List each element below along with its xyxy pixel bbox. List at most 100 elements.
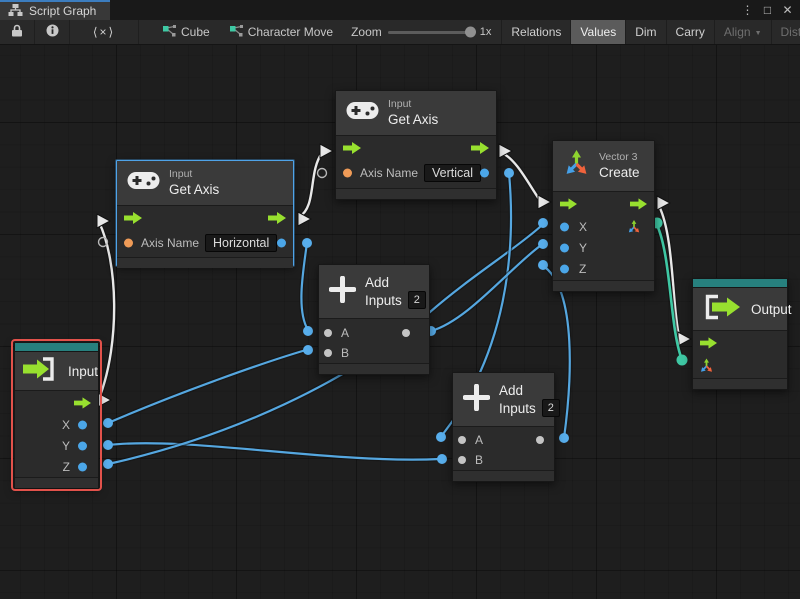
graph-toolbar: ⟨×⟩ Cube Character Move Zoom 1x Relation…	[0, 20, 800, 45]
maximize-icon[interactable]: □	[759, 3, 776, 17]
flow-in-arrow-icon[interactable]	[343, 142, 361, 154]
flow-row	[553, 192, 654, 216]
output-unit[interactable]: Output	[692, 278, 788, 390]
zoom-slider-handle[interactable]	[465, 27, 476, 38]
flow-row	[693, 331, 787, 354]
code-icon: ⟨×⟩	[93, 25, 115, 39]
breadcrumb-label: Cube	[181, 25, 210, 39]
menu-icon[interactable]: ⋮	[739, 3, 756, 17]
axis-name-field[interactable]: Horizontal	[205, 234, 277, 252]
close-icon[interactable]: ✕	[779, 3, 796, 17]
plus-icon	[329, 276, 356, 308]
add-2[interactable]: AddInputs2AB	[452, 372, 555, 482]
value-output-port[interactable]	[78, 420, 87, 429]
tab-script-graph[interactable]: Script Graph	[0, 0, 110, 20]
flow-in-arrow-icon[interactable]	[560, 198, 577, 209]
vector-input-row	[693, 354, 787, 377]
toolbar-button-carry[interactable]: Carry	[666, 20, 714, 44]
node-accent-strip	[15, 343, 98, 352]
value-output-port[interactable]	[402, 329, 410, 337]
vector3-input-port[interactable]	[699, 358, 714, 373]
add-1[interactable]: AddInputs2AB	[318, 264, 430, 375]
graph-input-icon	[23, 357, 61, 386]
node-footer	[453, 470, 554, 481]
flow-in-arrow-icon[interactable]	[124, 212, 142, 224]
value-output-port[interactable]	[480, 169, 489, 178]
node-title: Create	[599, 164, 640, 181]
port-label: X	[579, 220, 587, 234]
port-label: A	[475, 433, 483, 447]
toolbar-button-values[interactable]: Values	[570, 20, 625, 44]
toolbar-buttons: Relations Values Dim CarryAlign▼Distribute▼…	[501, 20, 800, 44]
output-row-y: Y	[15, 435, 98, 456]
node-category: Vector 3	[599, 151, 640, 164]
value-input-port[interactable]	[343, 169, 352, 178]
plus-icon	[463, 384, 490, 416]
flow-out-arrow-icon[interactable]	[268, 212, 286, 224]
value-input-port[interactable]	[324, 349, 332, 357]
node-footer	[15, 477, 98, 488]
lock-icon	[11, 24, 23, 40]
inputs-count-field[interactable]: 2	[408, 291, 426, 309]
toolbar-button-align[interactable]: Align▼	[714, 20, 771, 44]
zoom-slider[interactable]	[388, 31, 474, 34]
value-output-port[interactable]	[78, 441, 87, 450]
flow-out-arrow-icon[interactable]	[471, 142, 489, 154]
output-row-z: Z	[15, 456, 98, 477]
breadcrumb-label: Character Move	[248, 25, 333, 39]
node-accent-strip	[693, 279, 787, 288]
zoom-control: Zoom 1x	[343, 20, 499, 44]
toolbar-button-dim[interactable]: Dim	[625, 20, 665, 44]
toolbar-button-distribute[interactable]: Distribute▼	[771, 20, 800, 44]
input-row-y: Y	[553, 237, 654, 258]
flow-out-arrow-icon[interactable]	[630, 198, 647, 209]
flow-row	[117, 206, 293, 229]
value-input-port[interactable]	[458, 456, 466, 464]
dropdown-caret-icon: ▼	[755, 30, 762, 37]
input-unit[interactable]: Input XYZ	[14, 342, 99, 488]
node-title: Get Axis	[388, 111, 438, 128]
flow-row	[336, 136, 496, 159]
value-output-port[interactable]	[78, 462, 87, 471]
vector3-output-port[interactable]	[627, 220, 641, 234]
get-axis-horizontal[interactable]: InputGet AxisAxis NameHorizontal	[116, 160, 294, 266]
flow-in-arrow-icon[interactable]	[700, 337, 717, 348]
node-header: Vector 3Create	[553, 141, 654, 192]
port-label: Y	[62, 439, 70, 453]
value-output-port[interactable]	[536, 436, 544, 444]
flow-out-arrow-icon[interactable]	[74, 397, 91, 408]
value-input-port[interactable]	[560, 222, 569, 231]
input-row-z: Z	[553, 258, 654, 279]
button-label: Relations	[511, 25, 561, 39]
breadcrumb-cube[interactable]: Cube	[153, 20, 220, 44]
gamepad-icon	[346, 101, 379, 125]
vector3-create[interactable]: Vector 3Create XYZ	[552, 140, 655, 292]
value-output-port[interactable]	[277, 239, 286, 248]
node-header: Output	[693, 288, 787, 331]
info-button[interactable]	[35, 20, 70, 44]
param-label: Axis Name	[360, 166, 418, 180]
breadcrumb-character-move[interactable]: Character Move	[220, 20, 343, 44]
value-input-port[interactable]	[458, 436, 466, 444]
value-input-port[interactable]	[560, 264, 569, 273]
value-input-port[interactable]	[324, 329, 332, 337]
zoom-label: Zoom	[351, 25, 382, 39]
edit-graph-button[interactable]: ⟨×⟩	[70, 20, 139, 44]
node-title: Output	[751, 301, 792, 318]
port-label: X	[62, 418, 70, 432]
toolbar-button-relations[interactable]: Relations	[501, 20, 570, 44]
graph-output-icon	[702, 294, 742, 325]
value-input-port[interactable]	[560, 243, 569, 252]
value-input-port[interactable]	[124, 239, 133, 248]
node-header: AddInputs2	[319, 265, 429, 319]
node-header: AddInputs2	[453, 373, 554, 427]
get-axis-vertical[interactable]: InputGet AxisAxis NameVertical	[335, 90, 497, 200]
axis-name-field[interactable]: Vertical	[424, 164, 481, 182]
button-label: Dim	[635, 25, 656, 39]
node-header: InputGet Axis	[117, 161, 293, 206]
inputs-count-field[interactable]: 2	[542, 399, 560, 417]
lock-button[interactable]	[0, 20, 35, 44]
input-row-a: A	[453, 430, 554, 450]
vector3-icon	[563, 150, 590, 182]
node-title: Input	[68, 363, 98, 380]
